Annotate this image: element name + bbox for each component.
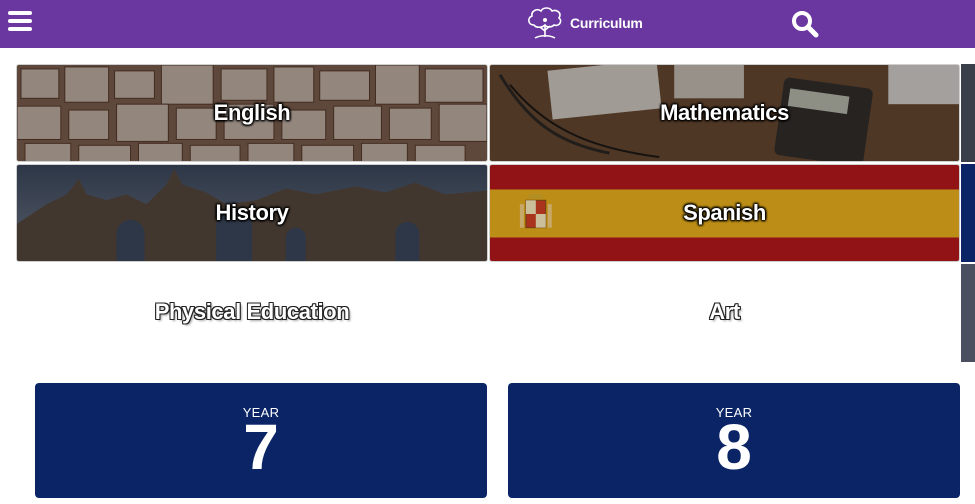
subject-tile-english[interactable]: English bbox=[16, 64, 488, 162]
search-icon[interactable] bbox=[790, 9, 820, 39]
partial-tile[interactable] bbox=[961, 64, 975, 162]
subject-tile-physical-education[interactable]: Physical Education bbox=[16, 264, 488, 360]
hamburger-menu-icon[interactable] bbox=[8, 11, 32, 35]
subject-tile-mathematics[interactable]: Mathematics bbox=[489, 64, 960, 162]
subject-label: Art bbox=[709, 299, 740, 324]
subject-tile-art[interactable]: Art bbox=[489, 264, 960, 360]
subject-label: Physical Education bbox=[154, 299, 350, 324]
partial-tile[interactable] bbox=[961, 264, 975, 362]
subject-label: English bbox=[213, 100, 291, 125]
year-number: 8 bbox=[716, 411, 752, 483]
subject-tile-history[interactable]: History bbox=[16, 164, 488, 262]
brand-title: Curriculum bbox=[570, 15, 643, 31]
partial-tile[interactable] bbox=[961, 164, 975, 262]
year-8-card[interactable]: YEAR 8 bbox=[508, 383, 960, 498]
subject-label: Mathematics bbox=[660, 100, 789, 125]
brand[interactable]: Curriculum bbox=[522, 5, 643, 41]
top-navigation-bar: Curriculum bbox=[0, 0, 975, 48]
subject-label: Spanish bbox=[683, 200, 766, 225]
tree-logo-icon bbox=[528, 7, 562, 39]
year-7-card[interactable]: YEAR 7 bbox=[35, 383, 487, 498]
year-number: 7 bbox=[243, 411, 279, 483]
subject-tile-spanish[interactable]: Spanish bbox=[489, 164, 960, 262]
subject-label: History bbox=[215, 200, 289, 225]
